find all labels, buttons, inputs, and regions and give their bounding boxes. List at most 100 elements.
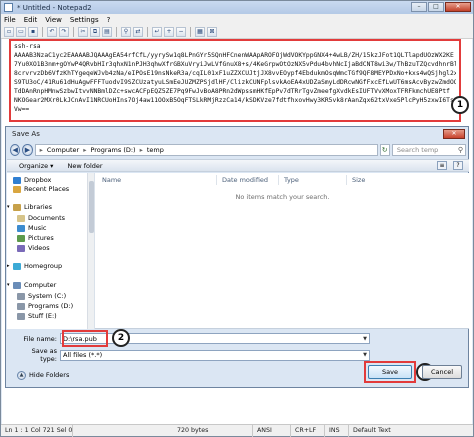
wordwrap-icon[interactable]: ↵ xyxy=(152,26,162,37)
nav-item-stuff-e[interactable]: Stuff (E:) xyxy=(17,311,57,321)
column-divider[interactable] xyxy=(216,175,217,185)
hide-folders-toggle[interactable]: ▲ Hide Folders xyxy=(17,370,69,380)
column-type[interactable]: Type xyxy=(284,175,299,185)
computer-folder-icon: ▸ xyxy=(39,146,43,154)
status-sel: Sel 0 xyxy=(56,426,73,434)
nav-item-label: Libraries xyxy=(24,203,53,211)
undo-icon[interactable]: ↶ xyxy=(47,26,57,37)
redo-icon[interactable]: ↷ xyxy=(59,26,69,37)
column-divider[interactable] xyxy=(346,175,347,185)
search-input[interactable]: Search temp ⚲ xyxy=(391,144,466,156)
menu-file[interactable]: File xyxy=(4,16,16,24)
nav-item-documents[interactable]: Documents xyxy=(17,213,65,223)
editor-line: 7Yu0XO1B3nm+gOYwP4QRvbHIr3qhxN1nPJH3qhwX… xyxy=(14,61,456,68)
zoom-out-icon[interactable]: − xyxy=(176,26,186,37)
menu-view[interactable]: View xyxy=(45,16,62,24)
nav-item-homegroup[interactable]: ▸ Homegroup xyxy=(7,261,62,271)
save-button[interactable]: Save xyxy=(368,365,412,379)
editor-line: ssh-rsa xyxy=(14,43,41,50)
callout-1: 1 xyxy=(451,96,469,114)
menu-help[interactable]: ? xyxy=(107,16,111,24)
refresh-icon[interactable]: ↻ xyxy=(379,144,390,156)
minimize-button[interactable]: – xyxy=(411,2,427,12)
column-divider[interactable] xyxy=(278,175,279,185)
nav-item-system-c[interactable]: System (C:) xyxy=(17,291,66,301)
nav-scroll-thumb[interactable] xyxy=(89,181,94,233)
copy-icon[interactable]: ⧉ xyxy=(90,26,100,37)
drive-c-icon xyxy=(17,292,25,300)
nav-item-libraries[interactable]: ▾ Libraries xyxy=(7,202,52,212)
column-date-modified[interactable]: Date modified xyxy=(222,175,268,185)
file-list[interactable]: Name Date modified Type Size No items ma… xyxy=(96,173,469,329)
search-placeholder: Search temp xyxy=(396,146,439,154)
save-icon[interactable]: ▪ xyxy=(28,26,38,37)
view-options-icon[interactable]: ≡ xyxy=(437,161,447,170)
toolbar-separator xyxy=(116,26,117,37)
toolbar-separator xyxy=(73,26,74,37)
nav-item-label: Videos xyxy=(28,244,50,252)
dialog-close-button[interactable]: ✕ xyxy=(443,129,465,139)
nav-item-recent-places[interactable]: Recent Places xyxy=(13,184,69,194)
videos-icon xyxy=(17,244,25,252)
breadcrumb-temp[interactable]: temp xyxy=(147,146,164,154)
dialog-title-bar[interactable]: Save As ✕ xyxy=(6,127,468,141)
save-type-select[interactable]: All files (*.*) ▼ xyxy=(60,349,370,361)
breadcrumb-computer[interactable]: Computer xyxy=(47,146,79,154)
toolbar-separator xyxy=(190,26,191,37)
app-icon xyxy=(4,3,13,12)
dialog-body: Dropbox Recent Places ▾ Libraries Docume… xyxy=(7,173,469,329)
open-icon[interactable]: ▭ xyxy=(16,26,26,37)
view-icon[interactable]: ▦ xyxy=(195,26,205,37)
close-button[interactable]: ✕ xyxy=(445,2,471,12)
editor-line: NKOGear2MXr0LkJCnAvI1NRCUoHIns7Oj4aw11OO… xyxy=(14,97,456,104)
zoom-in-icon[interactable]: + xyxy=(164,26,174,37)
status-bar: Ln 1 : 1 Col 721 Sel 0 720 bytes ANSI CR… xyxy=(1,424,473,437)
back-icon[interactable]: ◀ xyxy=(10,144,21,156)
exit-icon[interactable]: ⊠ xyxy=(207,26,217,37)
column-size[interactable]: Size xyxy=(352,175,365,185)
breadcrumb-programs[interactable]: Programs (D:) xyxy=(90,146,135,154)
toolbar-separator xyxy=(147,26,148,37)
cancel-button[interactable]: Cancel xyxy=(422,365,462,379)
title-bar[interactable]: * Untitled - Notepad2 – □ ✕ xyxy=(1,1,473,14)
nav-item-label: Pictures xyxy=(28,234,54,242)
nav-item-label: System (C:) xyxy=(28,292,67,300)
nav-item-videos[interactable]: Videos xyxy=(17,243,50,253)
chevron-down-icon[interactable]: ▼ xyxy=(361,352,369,358)
nav-item-music[interactable]: Music xyxy=(17,223,47,233)
status-size: 720 bytes xyxy=(173,424,253,437)
menu-edit[interactable]: Edit xyxy=(24,16,38,24)
organize-button[interactable]: Organize ▾ xyxy=(19,162,53,170)
breadcrumb-arrow-icon: ▸ xyxy=(139,146,143,154)
nav-item-computer[interactable]: ▾ Computer xyxy=(7,280,56,290)
search-icon: ⚲ xyxy=(457,146,463,154)
menu-settings[interactable]: Settings xyxy=(70,16,99,24)
drive-d-icon xyxy=(17,302,25,310)
nav-item-pictures[interactable]: Pictures xyxy=(17,233,54,243)
homegroup-icon xyxy=(13,262,21,270)
chevron-down-icon[interactable]: ▼ xyxy=(361,336,369,342)
nav-scrollbar[interactable] xyxy=(87,173,94,329)
computer-icon xyxy=(13,281,21,289)
paste-icon[interactable]: ▤ xyxy=(102,26,112,37)
nav-item-label: Programs (D:) xyxy=(28,302,74,310)
address-bar[interactable]: ▸ Computer ▸ Programs (D:) ▸ temp xyxy=(34,144,378,156)
replace-icon[interactable]: ⇄ xyxy=(133,26,143,37)
toolbar: ▫ ▭ ▪ ↶ ↷ ✂ ⧉ ▤ ⚲ ⇄ ↵ + − ▦ ⊠ xyxy=(1,25,473,39)
forward-icon[interactable]: ▶ xyxy=(22,144,33,156)
editor-text-highlight[interactable]: ssh-rsa AAAAB3NzaC1yc2EAAAABJQAAAgEA54rf… xyxy=(9,39,461,122)
command-bar-right: ≡ ? xyxy=(437,161,463,170)
editor-line: AAAAB3NzaC1yc2EAAAABJQAAAgEA54rfCfL/yyry… xyxy=(14,52,454,59)
new-icon[interactable]: ▫ xyxy=(4,26,14,37)
nav-item-programs-d[interactable]: Programs (D:) xyxy=(17,301,73,311)
cut-icon[interactable]: ✂ xyxy=(78,26,88,37)
maximize-button[interactable]: □ xyxy=(428,2,444,12)
find-icon[interactable]: ⚲ xyxy=(121,26,131,37)
drive-e-icon xyxy=(17,312,25,320)
notepad2-window: * Untitled - Notepad2 – □ ✕ File Edit Vi… xyxy=(0,0,474,437)
column-name[interactable]: Name xyxy=(102,175,121,185)
help-icon[interactable]: ? xyxy=(453,161,463,170)
nav-item-label: Homegroup xyxy=(24,262,63,270)
new-folder-button[interactable]: New folder xyxy=(67,162,102,170)
status-position: Ln 1 : 1 Col 721 Sel 0 xyxy=(1,424,73,437)
